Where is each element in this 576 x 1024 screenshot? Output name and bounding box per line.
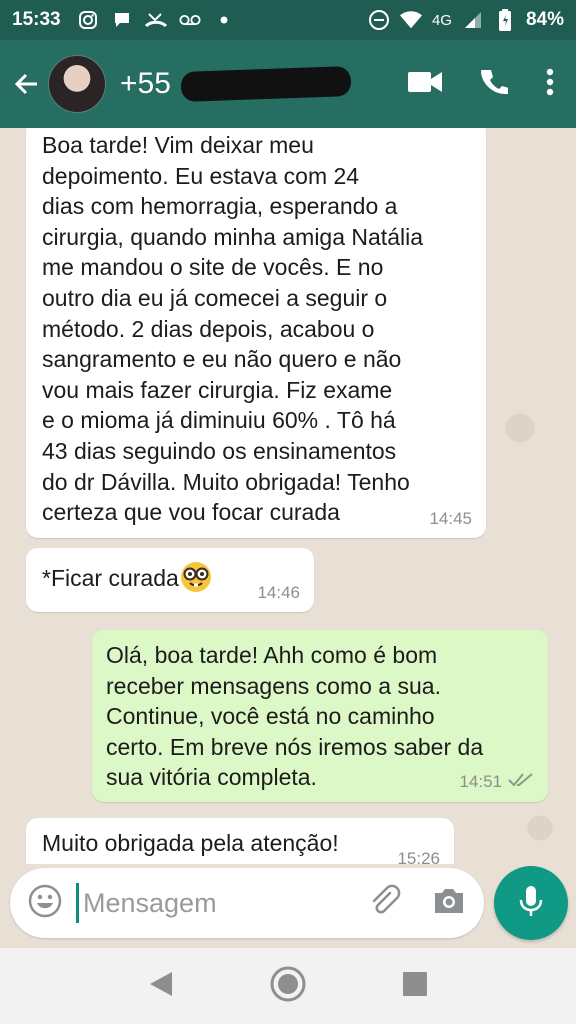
composer-actions xyxy=(368,884,466,923)
mic-icon xyxy=(518,884,544,923)
home-nav-icon[interactable] xyxy=(269,965,307,1008)
attach-icon[interactable] xyxy=(368,884,402,923)
mic-button[interactable] xyxy=(494,866,568,940)
message-composer xyxy=(10,868,484,938)
message-time: 14:46 xyxy=(257,583,300,602)
message-bubble-outgoing[interactable]: Olá, boa tarde! Ahh como é bom receber m… xyxy=(92,630,548,802)
chat-bubble-icon xyxy=(111,9,133,31)
more-options-icon[interactable] xyxy=(546,68,554,101)
chat-area[interactable]: Boa tarde! Vim deixar meu depoimento. Eu… xyxy=(0,128,576,864)
battery-icon xyxy=(494,9,516,31)
message-time-row: 14:51 xyxy=(459,772,534,792)
contact-name[interactable]: +55 xyxy=(120,66,352,102)
recents-nav-icon[interactable] xyxy=(402,971,428,1002)
contact-prefix: +55 xyxy=(120,67,171,100)
avatar[interactable] xyxy=(48,55,106,113)
message-time: 15:26 xyxy=(397,849,440,865)
redacted-number xyxy=(180,66,352,102)
wifi-icon xyxy=(399,9,422,31)
notification-icons xyxy=(77,9,235,31)
emoji-icon[interactable] xyxy=(28,884,62,923)
missed-call-icon xyxy=(144,9,167,31)
status-time: 15:33 xyxy=(12,9,61,30)
message-bubble-incoming[interactable]: Boa tarde! Vim deixar meu depoimento. Eu… xyxy=(26,128,486,538)
voicemail-icon xyxy=(179,9,201,31)
camera-icon[interactable] xyxy=(432,886,466,921)
instagram-icon xyxy=(77,9,99,31)
message-time: 14:45 xyxy=(429,509,472,528)
status-bar: 15:33 4G 84% xyxy=(0,0,576,40)
message-bubble-incoming[interactable]: Muito obrigada pela atenção! 15:26 xyxy=(26,818,454,864)
dnd-icon xyxy=(368,9,390,31)
message-time: 14:51 xyxy=(459,772,502,791)
message-text: Olá, boa tarde! Ahh como é bom receber m… xyxy=(106,642,484,791)
phone-call-icon[interactable] xyxy=(480,68,509,101)
network-label: 4G xyxy=(431,11,452,29)
battery-percent: 84% xyxy=(525,9,564,30)
message-text: Boa tarde! Vim deixar meu depoimento. Eu… xyxy=(42,132,423,526)
message-input[interactable] xyxy=(76,883,355,923)
header-actions xyxy=(408,68,568,101)
back-nav-icon[interactable] xyxy=(148,970,174,1003)
signal-icon xyxy=(462,9,484,31)
system-nav-bar xyxy=(0,948,576,1024)
message-text: *Ficar curada xyxy=(42,565,179,591)
chat-header: +55 xyxy=(0,40,576,128)
video-call-icon[interactable] xyxy=(408,71,442,98)
message-text: Muito obrigada pela atenção! xyxy=(42,830,339,856)
dot-icon xyxy=(213,9,235,31)
nerd-face-emoji xyxy=(180,562,211,592)
message-bubble-incoming[interactable]: *Ficar curada 14:46 xyxy=(26,548,314,612)
back-arrow-icon[interactable] xyxy=(8,64,44,104)
system-icons: 4G 84% xyxy=(368,9,564,31)
read-checkmarks-icon xyxy=(508,772,534,792)
